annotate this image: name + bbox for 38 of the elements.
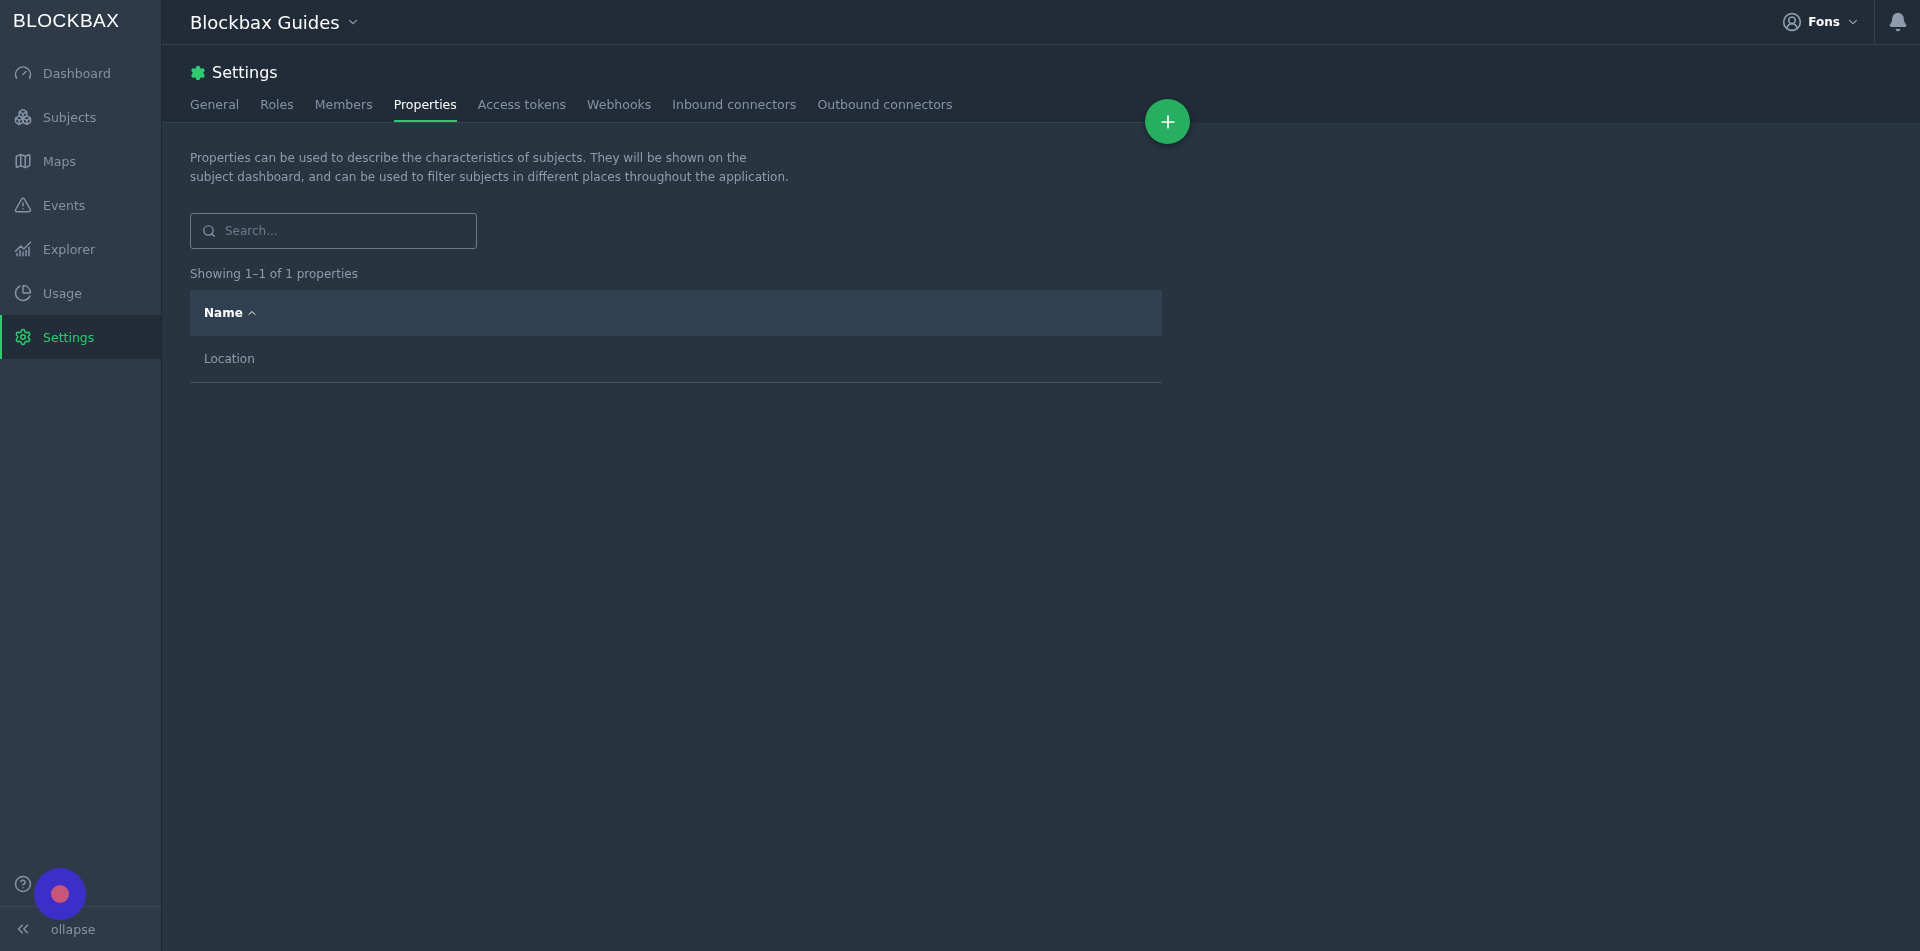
collapse-button[interactable]: ollapse bbox=[0, 907, 161, 951]
sidebar-item[interactable]: Events bbox=[0, 183, 161, 227]
user-menu[interactable]: Fons bbox=[1782, 12, 1874, 32]
tab[interactable]: Properties bbox=[393, 94, 457, 122]
events-icon bbox=[14, 196, 32, 214]
tab[interactable]: Webhooks bbox=[587, 94, 652, 122]
user-icon bbox=[1782, 12, 1803, 32]
sidebar-item[interactable]: Explorer bbox=[0, 227, 161, 271]
table-cell: Location bbox=[190, 336, 1162, 383]
tab[interactable]: Inbound connectors bbox=[672, 94, 797, 122]
search-field[interactable]: Search... bbox=[190, 213, 477, 249]
help-icon[interactable] bbox=[14, 875, 32, 893]
sidebar-item[interactable]: Maps bbox=[0, 139, 161, 183]
tab[interactable]: Outbound connectors bbox=[817, 94, 953, 122]
tab[interactable]: Roles bbox=[260, 94, 294, 122]
explorer-icon bbox=[14, 240, 32, 258]
subjects-icon bbox=[14, 108, 32, 126]
settings-icon bbox=[14, 328, 32, 346]
usage-icon bbox=[14, 284, 32, 302]
add-button[interactable] bbox=[1145, 99, 1190, 144]
blockbax-logo: BLOCKBAX bbox=[12, 9, 121, 33]
page-title: Settings bbox=[190, 63, 1162, 82]
sidebar-item[interactable]: Settings bbox=[0, 315, 161, 359]
settings-icon bbox=[190, 64, 206, 81]
sidebar-item[interactable]: Subjects bbox=[0, 95, 161, 139]
maps-icon bbox=[14, 152, 32, 170]
sidebar-item[interactable]: Dashboard bbox=[0, 51, 161, 95]
result-count: Showing 1–1 of 1 properties bbox=[190, 267, 359, 281]
sidebar-item[interactable]: Usage bbox=[0, 271, 161, 315]
tab[interactable]: Access tokens bbox=[477, 94, 567, 122]
tab[interactable]: Members bbox=[314, 94, 373, 122]
tab[interactable]: General bbox=[190, 94, 240, 122]
bell-icon[interactable] bbox=[1887, 12, 1908, 32]
column-header[interactable]: Name bbox=[190, 290, 1162, 336]
description: Properties can be used to describe the characteristics of subjects. They will be shown on the subject dashboard, and can be used to filter subjects in different places throughout the application. bbox=[190, 150, 790, 186]
search-icon bbox=[202, 224, 216, 238]
dashboard-icon bbox=[14, 64, 32, 82]
project-selector[interactable]: Blockbax Guides bbox=[190, 11, 360, 33]
